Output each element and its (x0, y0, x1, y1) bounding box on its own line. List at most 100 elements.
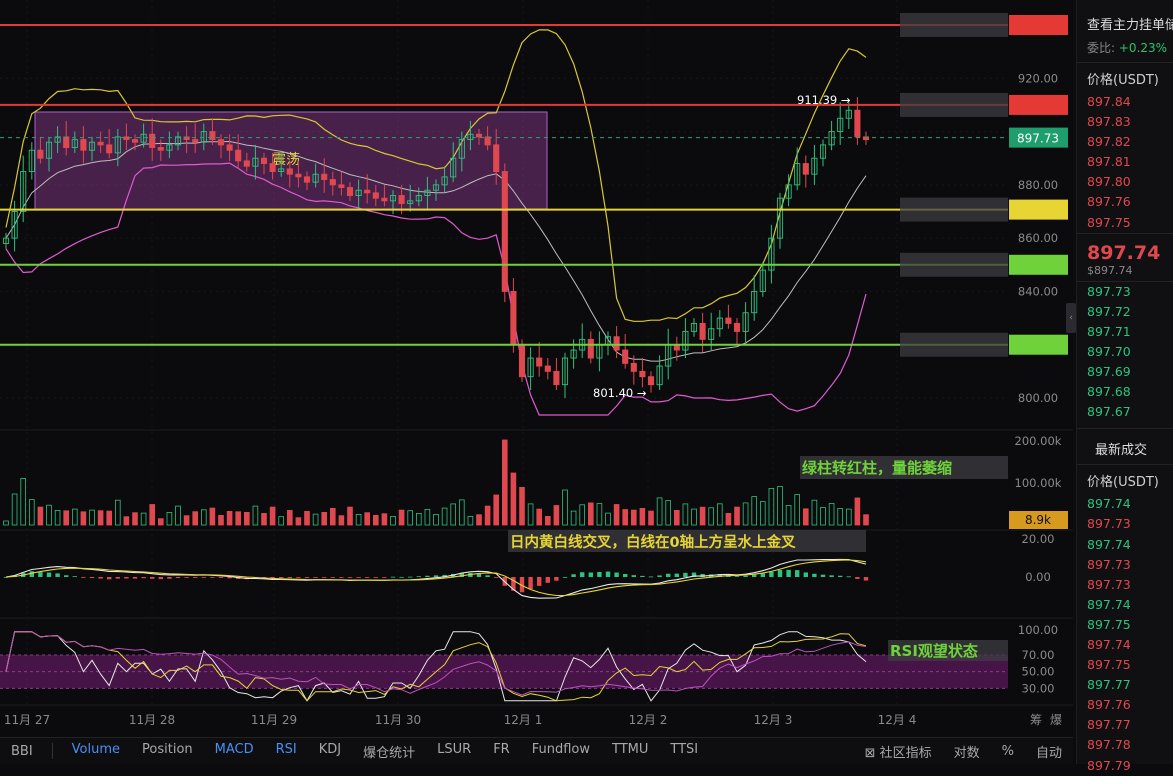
macd-histogram-bar (433, 575, 439, 577)
community-indicators-button[interactable]: ⊠ 社区指标 (854, 742, 943, 761)
ask-row[interactable]: 897.76 (1077, 192, 1173, 212)
candle-body (630, 362, 637, 372)
indicator-tab-ttsi[interactable]: TTSI (659, 742, 709, 761)
order-ratio-label: 委比: (1087, 41, 1116, 55)
ask-row[interactable]: 897.75 (1077, 213, 1173, 233)
ask-row[interactable]: 897.83 (1077, 112, 1173, 132)
trade-row[interactable]: 897.79 (1077, 756, 1173, 776)
volume-bar (269, 506, 276, 526)
candle-body (321, 173, 328, 180)
volume-bar (381, 513, 388, 526)
order-book-panel: 查看主力挂单储 委比: +0.23% 价格(USDT) 897.84 897.83… (1076, 0, 1173, 773)
trade-row[interactable]: 897.74 (1077, 535, 1173, 555)
time-axis-tick: 11月 28 (129, 713, 175, 727)
volume-bar (192, 511, 199, 526)
candle-body (613, 336, 620, 351)
indicator-tab-volume[interactable]: Volume (61, 742, 131, 761)
depth-toggle: 筹 (1030, 713, 1042, 727)
low-annotation: 801.40 → (593, 386, 647, 400)
log-scale-toggle[interactable]: 对数 (943, 742, 991, 761)
volume-bar (304, 510, 310, 526)
trade-row[interactable]: 897.75 (1077, 655, 1173, 675)
price-axis-tick: 840.00 (1018, 284, 1058, 298)
bid-row[interactable]: 897.69 (1077, 362, 1173, 382)
macd-histogram-bar (390, 576, 396, 578)
ask-row[interactable]: 897.81 (1077, 152, 1173, 172)
latest-trades-title[interactable]: 最新成交 (1077, 429, 1173, 464)
macd-histogram-bar (494, 577, 499, 578)
bid-row[interactable]: 897.68 (1077, 382, 1173, 402)
candle-body (269, 163, 276, 172)
macd-histogram-bar (279, 577, 284, 579)
indicator-tab-lsur[interactable]: LSUR (426, 742, 482, 761)
ask-row[interactable]: 897.80 (1077, 172, 1173, 192)
bid-row[interactable]: 897.67 (1077, 402, 1173, 422)
volume-bar (321, 512, 327, 526)
price-chart[interactable]: 震荡 897.73 800.00 840.00 860.00 880.00 920.00 91… (0, 0, 1073, 735)
macd-histogram-bar (184, 577, 189, 578)
trade-row[interactable]: 897.74 (1077, 494, 1173, 514)
volume-bar (631, 509, 637, 526)
bid-row[interactable]: 897.70 (1077, 342, 1173, 362)
trade-row[interactable]: 897.75 (1077, 615, 1173, 635)
candle-body (381, 197, 388, 202)
indicator-tab-rsi[interactable]: RSI (265, 742, 308, 761)
indicator-tab-kdj[interactable]: KDJ (308, 742, 352, 761)
level-price-tag (1009, 254, 1068, 275)
candle-body (510, 290, 517, 346)
auto-scale-toggle[interactable]: 自动 (1025, 742, 1073, 761)
trade-row[interactable]: 897.73 (1077, 555, 1173, 575)
trade-row[interactable]: 897.76 (1077, 695, 1173, 715)
last-price-usd: $897.74 (1087, 263, 1133, 277)
trade-row[interactable]: 897.74 (1077, 595, 1173, 615)
indicator-toolbar: BBI Volume Position MACD RSI KDJ 爆仓统计 LSUR FR Fu… (0, 737, 1073, 764)
indicator-tab-ttmu[interactable]: TTMU (601, 742, 659, 761)
macd-histogram-bar (743, 575, 748, 577)
indicator-tab-fundflow[interactable]: Fundflow (521, 742, 601, 761)
volume-bar (235, 511, 242, 526)
percent-scale-toggle[interactable]: % (991, 744, 1025, 759)
macd-histogram-bar (666, 573, 671, 577)
candle-body (518, 344, 526, 378)
ask-row[interactable]: 897.82 (1077, 132, 1173, 152)
bid-row[interactable]: 897.71 (1077, 322, 1173, 342)
panel-collapse-handle[interactable]: ‹ (1066, 303, 1076, 333)
macd-histogram-bar (803, 572, 808, 577)
time-axis-tick: 11月 29 (251, 713, 297, 727)
indicator-tab-macd[interactable]: MACD (204, 742, 265, 761)
candle-body (372, 192, 379, 199)
macd-histogram-bar (623, 573, 628, 577)
ask-row[interactable]: 897.84 (1077, 92, 1173, 112)
orderbook-price-header: 价格(USDT) (1087, 73, 1159, 88)
macd-histogram-bar (614, 572, 619, 577)
indicator-tab-fr[interactable]: FR (482, 742, 521, 761)
time-axis-tick: 11月 30 (375, 713, 421, 727)
trade-row[interactable]: 897.73 (1077, 575, 1173, 595)
indicator-bbi[interactable]: BBI (0, 744, 44, 759)
volume-bar (674, 509, 680, 526)
price-axis-tick: 920.00 (1018, 71, 1058, 85)
bid-row[interactable]: 897.72 (1077, 302, 1173, 322)
macd-histogram-bar (605, 571, 611, 577)
trade-row[interactable]: 897.78 (1077, 735, 1173, 755)
trade-row[interactable]: 897.73 (1077, 514, 1173, 534)
volume-bar (209, 507, 216, 526)
indicator-tabs: Volume Position MACD RSI KDJ 爆仓统计 LSUR FR Fundfl… (61, 742, 709, 761)
volume-bar (338, 515, 345, 526)
macd-histogram-bar (838, 575, 843, 577)
macd-histogram-bar (38, 572, 43, 577)
macd-histogram-bar (373, 577, 378, 578)
trade-row[interactable]: 897.74 (1077, 635, 1173, 655)
main-orders-title[interactable]: 查看主力挂单储 (1077, 0, 1173, 33)
trade-row[interactable]: 897.77 (1077, 715, 1173, 735)
indicator-tab-position[interactable]: Position (131, 742, 204, 761)
indicator-tab-爆仓统计[interactable]: 爆仓统计 (352, 742, 426, 761)
candle-body (725, 317, 732, 324)
macd-histogram-bar (167, 577, 172, 579)
bid-row[interactable]: 897.73 (1077, 282, 1173, 302)
macd-histogram-bar (124, 577, 129, 579)
trade-row[interactable]: 897.77 (1077, 675, 1173, 695)
volume-bar (863, 514, 869, 526)
volume-bar (588, 502, 594, 526)
macd-histogram-bar (210, 577, 215, 578)
